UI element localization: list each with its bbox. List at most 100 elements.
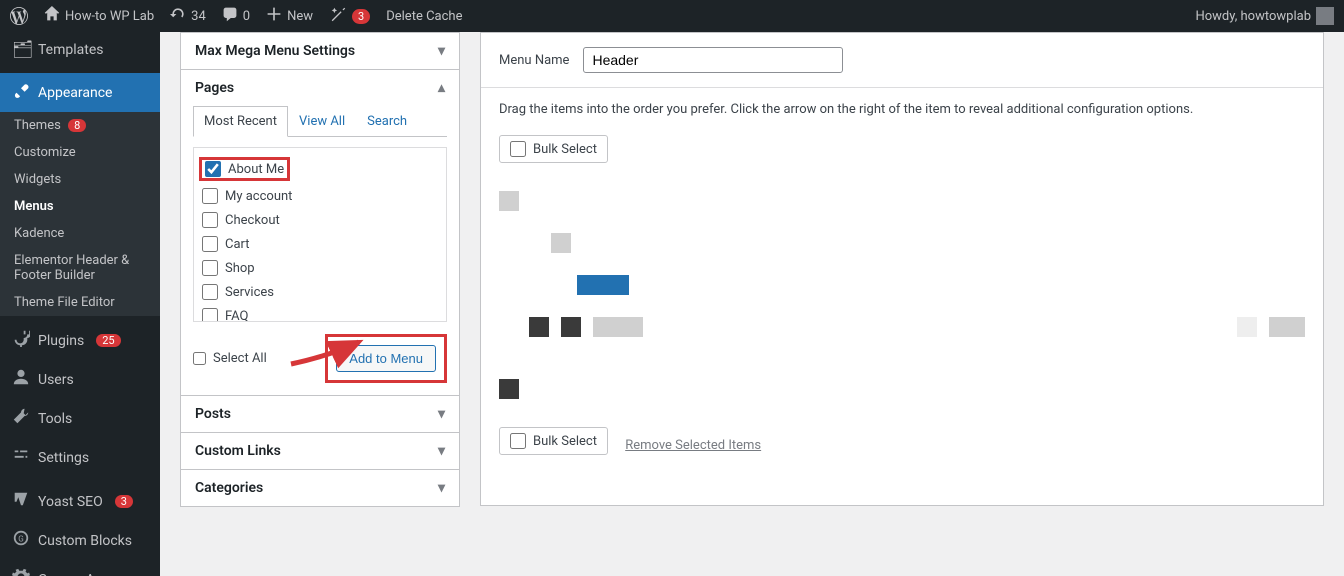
- menu-name-label: Menu Name: [499, 53, 569, 68]
- pages-tabs: Most Recent View All Search: [193, 106, 447, 137]
- gear-icon: [12, 568, 30, 576]
- sidebar-sub-tfe[interactable]: Theme File Editor: [0, 289, 160, 316]
- delete-cache-link[interactable]: Delete Cache: [386, 9, 462, 24]
- plus-icon: [266, 6, 282, 26]
- wand-icon: [329, 5, 347, 27]
- updates-link[interactable]: 34: [170, 6, 206, 26]
- tab-most-recent[interactable]: Most Recent: [193, 106, 288, 137]
- content-area: Max Mega Menu Settings ▾ Pages ▴ Most Re…: [160, 32, 1344, 576]
- bulk-select-label: Bulk Select: [533, 142, 597, 157]
- bulk-select-label: Bulk Select: [533, 434, 597, 449]
- comments-count: 0: [243, 9, 250, 24]
- sidebar-sub-menus[interactable]: Menus: [0, 193, 160, 220]
- svg-text:G: G: [18, 534, 24, 544]
- sidebar-item-course-access[interactable]: Course Access: [0, 560, 160, 576]
- plugins-badge: 25: [96, 334, 120, 347]
- sidebar-item-yoast[interactable]: Yoast SEO 3: [0, 482, 160, 521]
- page-item[interactable]: My account: [202, 184, 438, 208]
- sidebar-item-appearance[interactable]: Appearance: [0, 73, 160, 112]
- sidebar-item-plugins[interactable]: Plugins 25: [0, 321, 160, 360]
- page-item-label: Checkout: [225, 213, 280, 228]
- sidebar-sub-kadence[interactable]: Kadence: [0, 220, 160, 247]
- sidebar-sub-customize[interactable]: Customize: [0, 139, 160, 166]
- pending-link[interactable]: 3: [329, 5, 370, 27]
- page-checkbox[interactable]: [202, 212, 218, 228]
- pending-badge: 3: [352, 9, 370, 24]
- page-checkbox[interactable]: [202, 260, 218, 276]
- bulk-select-button-bottom[interactable]: Bulk Select: [499, 427, 608, 455]
- chevron-down-icon[interactable]: ▾: [438, 43, 445, 59]
- page-item[interactable]: About Me: [202, 154, 438, 184]
- new-label: New: [287, 9, 313, 24]
- chevron-down-icon[interactable]: ▾: [438, 443, 445, 459]
- page-item[interactable]: Shop: [202, 256, 438, 280]
- page-item-label: Shop: [225, 261, 255, 276]
- page-checkbox[interactable]: [205, 161, 221, 177]
- page-item[interactable]: FAQ: [202, 304, 438, 322]
- folder-icon: 🗂: [12, 40, 30, 60]
- sliders-icon: [12, 446, 30, 469]
- postbox-categories[interactable]: Categories▾: [180, 469, 460, 507]
- page-checkbox[interactable]: [202, 188, 218, 204]
- sidebar-sub-label: Widgets: [14, 172, 61, 187]
- sidebar-sub-ehfb[interactable]: Elementor Header & Footer Builder: [0, 247, 160, 289]
- menu-name-input[interactable]: [583, 47, 843, 73]
- admin-sidebar: 🗂 Templates Appearance Themes 8 Customiz…: [0, 32, 160, 576]
- plug-icon: [12, 329, 30, 352]
- page-item-label: About Me: [228, 162, 284, 177]
- bulk-select-checkbox[interactable]: [510, 141, 526, 157]
- postbox-max-mega-menu[interactable]: Max Mega Menu Settings ▾: [180, 32, 460, 70]
- sidebar-item-settings[interactable]: Settings: [0, 438, 160, 477]
- sidebar-sub-label: Kadence: [14, 226, 64, 241]
- bulk-select-button[interactable]: Bulk Select: [499, 135, 608, 163]
- page-item[interactable]: Checkout: [202, 208, 438, 232]
- postbox-title: Custom Links: [195, 443, 281, 459]
- select-all-label: Select All: [213, 351, 267, 366]
- sidebar-label: Course Access: [38, 572, 131, 576]
- sidebar-sub-widgets[interactable]: Widgets: [0, 166, 160, 193]
- tab-view-all[interactable]: View All: [288, 106, 356, 137]
- home-icon: [44, 6, 60, 26]
- wrench-icon: [12, 407, 30, 430]
- menu-items-area: [499, 191, 1305, 399]
- chevron-down-icon[interactable]: ▾: [438, 480, 445, 496]
- sidebar-label: Custom Blocks: [38, 533, 132, 549]
- yoast-icon: [12, 490, 30, 513]
- chevron-up-icon[interactable]: ▴: [438, 80, 445, 96]
- postbox-custom-links[interactable]: Custom Links ▾: [180, 432, 460, 470]
- postbox-title: Max Mega Menu Settings: [195, 43, 355, 59]
- add-to-menu-button[interactable]: Add to Menu: [336, 345, 436, 372]
- page-item[interactable]: Cart: [202, 232, 438, 256]
- themes-badge: 8: [68, 119, 86, 132]
- page-checkbox[interactable]: [202, 284, 218, 300]
- site-name-link[interactable]: How-to WP Lab: [44, 6, 154, 26]
- select-all-input[interactable]: [193, 352, 206, 365]
- page-checkbox[interactable]: [202, 308, 218, 322]
- help-text: Drag the items into the order you prefer…: [499, 102, 1305, 117]
- remove-selected-link[interactable]: Remove Selected Items: [625, 438, 761, 453]
- sidebar-sub-label: Menus: [14, 199, 54, 214]
- sidebar-item-tools[interactable]: Tools: [0, 399, 160, 438]
- yoast-badge: 3: [115, 495, 133, 508]
- postbox-pages-toggle[interactable]: Pages ▴: [181, 70, 459, 106]
- chevron-down-icon[interactable]: ▾: [438, 406, 445, 422]
- pages-list[interactable]: About Me My account Checkout Cart Shop S…: [193, 147, 447, 322]
- wp-logo-icon[interactable]: [10, 7, 28, 25]
- sidebar-item-custom-blocks[interactable]: G Custom Blocks: [0, 521, 160, 560]
- comments-link[interactable]: 0: [222, 6, 250, 26]
- tab-search[interactable]: Search: [356, 106, 418, 137]
- new-link[interactable]: New: [266, 6, 313, 26]
- sidebar-sub-themes[interactable]: Themes 8: [0, 112, 160, 139]
- sidebar-label: Appearance: [38, 85, 112, 101]
- brush-icon: [12, 81, 30, 104]
- postbox-posts[interactable]: Posts▾: [180, 395, 460, 433]
- sidebar-item-users[interactable]: Users: [0, 360, 160, 399]
- comment-icon: [222, 6, 238, 26]
- howdy-link[interactable]: Howdy, howtowplab: [1195, 7, 1334, 25]
- bulk-select-checkbox[interactable]: [510, 433, 526, 449]
- select-all-checkbox[interactable]: Select All: [193, 351, 267, 366]
- sidebar-label: Yoast SEO: [38, 494, 103, 510]
- page-item[interactable]: Services: [202, 280, 438, 304]
- sidebar-item-templates[interactable]: 🗂 Templates: [0, 32, 160, 68]
- page-checkbox[interactable]: [202, 236, 218, 252]
